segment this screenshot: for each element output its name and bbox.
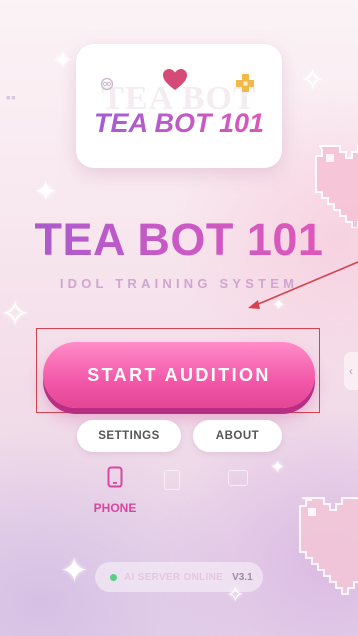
logo-card: TEA BOT TEA BOT 101 (76, 44, 282, 168)
pixel-heart-icon (299, 497, 358, 595)
device-phone[interactable]: PHONE (87, 466, 143, 515)
status-dot (110, 573, 117, 581)
device-phone-label: PHONE (93, 501, 137, 515)
phone-icon (107, 466, 123, 488)
about-button[interactable]: ABOUT (193, 420, 282, 452)
ring-icon (100, 77, 114, 91)
settings-button[interactable]: SETTINGS (77, 420, 181, 452)
sparkle-icon: ✦ (270, 457, 286, 477)
app-subtitle: IDOL TRAINING SYSTEM (59, 276, 299, 291)
server-status-text: AI SERVER ONLINE (124, 571, 224, 583)
device-desktop-placeholder (228, 470, 248, 486)
sparkle-icon: ✦ (52, 45, 74, 75)
heart-icon (163, 69, 187, 90)
sparkle-icon: ✦ (34, 176, 58, 207)
start-audition-button[interactable]: START AUDITION (43, 342, 315, 408)
side-drawer-handle[interactable]: ‹ (344, 352, 358, 390)
sparkle-icon: ✧ (0, 293, 31, 334)
cross-icon (236, 74, 254, 92)
logo-title: TEA BOT 101 (76, 108, 282, 139)
app-title: TEA BOT 101 (0, 214, 358, 266)
sparkle-icon: ▪▪ (6, 89, 16, 105)
device-tablet-placeholder (164, 470, 180, 490)
sparkle-icon: ✦ (60, 552, 89, 590)
server-status: AI SERVER ONLINE V3.1 (95, 562, 263, 592)
sparkle-icon: ✧ (300, 64, 326, 97)
sparkle-icon: ✦ (272, 297, 286, 314)
version-badge: V3.1 (232, 571, 253, 583)
